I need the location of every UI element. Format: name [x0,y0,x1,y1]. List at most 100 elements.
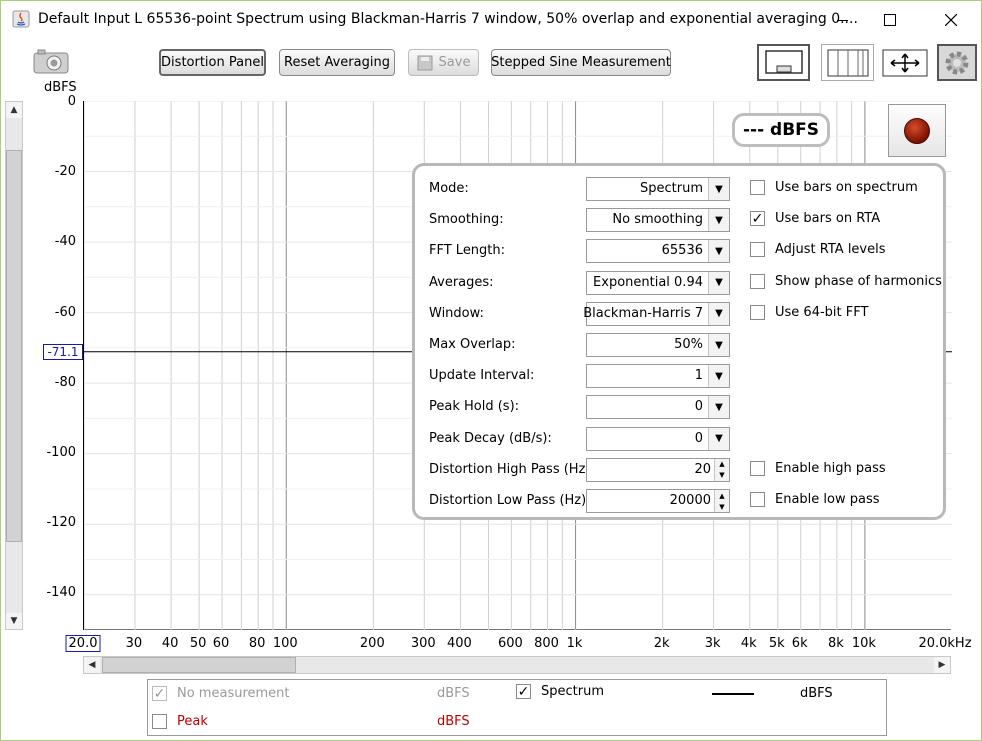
setting-label: Peak Hold (s): [429,399,520,415]
vertical-scrollbar[interactable]: ▲ ▼ [5,101,23,630]
setting-spinner[interactable]: 20 ▲ ▼ [586,457,730,482]
close-button[interactable] [928,1,974,39]
y-tick-label: -140 [46,585,76,601]
x-tick-label: 200 [359,636,385,651]
checkbox-box[interactable] [750,460,765,476]
scroll-right-arrow[interactable]: ▶ [934,657,950,673]
y-tick-label: -40 [54,234,76,250]
setting-value: No smoothing [612,212,703,228]
legend-peak[interactable]: Peak [152,714,208,729]
settings-panel: Mode: Spectrum ▼ Smoothing: No smoothing ▼ FFT… [412,163,946,520]
x-tick-label: 6k [791,636,808,651]
setting-checkbox[interactable]: Show phase of harmonics [750,273,942,289]
setting-dropdown[interactable]: Spectrum ▼ [586,177,730,201]
layout-columns-button[interactable] [821,44,874,81]
y-tick-label: 0 [67,94,76,109]
setting-checkbox[interactable]: Enable low pass [750,492,880,507]
setting-value: Exponential 0.94 [593,274,703,290]
spectrum-label: Spectrum [541,684,604,699]
checkbox-box[interactable] [750,180,765,195]
x-tick-label: 10k [851,636,876,651]
setting-checkbox[interactable]: Adjust RTA levels [750,242,886,258]
cursor-level-box[interactable]: -71.1 [43,344,83,360]
no-measurement-label: No measurement [177,686,290,701]
fit-axes-button[interactable] [878,44,931,81]
setting-dropdown[interactable]: Exponential 0.94 ▼ [586,270,730,295]
chevron-down-icon[interactable]: ▼ [708,209,729,232]
title-bar: Default Input L 65536-point Spectrum usi… [1,1,981,39]
minimize-button[interactable] [819,1,865,39]
chevron-down-icon[interactable]: ▼ [708,271,729,294]
maximize-button[interactable] [867,1,913,39]
x-tick-label: 400 [447,636,472,651]
spectrum-line-swatch [712,693,754,695]
checkbox-label: Enable high pass [775,460,886,476]
distortion-panel-button[interactable]: Distortion Panel [159,49,266,76]
camera-icon [33,49,69,74]
chevron-down-icon[interactable]: ▼ [708,365,729,388]
checkbox-box[interactable] [750,242,765,258]
layout-graph-button[interactable] [757,44,810,81]
setting-dropdown[interactable]: 0 ▼ [586,426,730,451]
setting-dropdown[interactable]: 50% ▼ [586,333,730,357]
scroll-up-arrow[interactable]: ▲ [6,102,22,118]
setting-checkbox[interactable]: ✓ Use bars on RTA [750,211,880,227]
level-readout: --- dBFS [732,113,830,147]
setting-checkbox[interactable]: Use 64-bit FFT [750,304,868,320]
chevron-down-icon[interactable]: ▼ [708,302,729,325]
setting-label: Distortion Low Pass (Hz): [429,493,591,508]
checkbox-box[interactable] [750,304,765,320]
checkbox-box[interactable] [750,492,765,507]
setting-value: 50% [674,337,703,352]
chevron-down-icon[interactable]: ▼ [708,178,729,200]
scroll-left-arrow[interactable]: ◀ [84,657,100,673]
checkbox-label: Enable low pass [775,492,880,507]
checkbox-box[interactable] [750,273,765,289]
save-icon [417,55,433,70]
no-measurement-checkbox[interactable]: ✓ [152,686,167,701]
scroll-down-arrow[interactable]: ▼ [6,613,22,629]
chevron-down-icon[interactable]: ▼ [708,334,729,356]
camera-button[interactable] [32,48,70,74]
chevron-down-icon[interactable]: ▼ [708,427,729,450]
settings-button[interactable] [937,44,977,81]
setting-dropdown[interactable]: No smoothing ▼ [586,208,730,233]
peak-unit: dBFS [437,714,470,729]
setting-spinner[interactable]: 20000 ▲ ▼ [586,489,730,513]
chevron-down-icon[interactable]: ▼ [708,240,729,263]
spectrum-unit: dBFS [800,686,833,701]
setting-dropdown[interactable]: 65536 ▼ [586,239,730,264]
x-tick-label: 20.0 [65,635,101,652]
legend-spectrum[interactable]: ✓ Spectrum [516,684,604,699]
stepped-sine-button[interactable]: Stepped Sine Measurement [491,49,671,76]
vertical-scroll-thumb[interactable] [6,150,22,542]
checkbox-box[interactable]: ✓ [750,211,765,227]
horizontal-scroll-thumb[interactable] [102,657,296,673]
setting-dropdown[interactable]: Blackman-Harris 7 ▼ [583,301,730,326]
x-tick-label: 2k [653,636,670,651]
y-tick-label: -20 [54,164,76,180]
setting-label: Max Overlap: [429,337,516,352]
setting-value: 0 [694,399,703,415]
setting-dropdown[interactable]: 1 ▼ [586,364,730,389]
setting-checkbox[interactable]: Use bars on spectrum [750,180,918,195]
record-icon [904,117,930,144]
x-tick-label: 100 [272,636,298,651]
legend-no-measurement[interactable]: ✓ No measurement [152,686,290,701]
y-tick-label: -60 [54,304,76,320]
horizontal-scrollbar[interactable]: ◀ ▶ [83,656,951,674]
setting-checkbox[interactable]: Enable high pass [750,460,886,476]
setting-dropdown[interactable]: 0 ▼ [586,395,730,420]
x-tick-label: 300 [410,636,436,651]
legend-panel: ✓ No measurement dBFS ✓ Spectrum dBFS Pe… [147,679,887,736]
record-button[interactable] [888,104,946,157]
spinner-arrows-icon[interactable]: ▲ ▼ [714,458,729,481]
chevron-down-icon[interactable]: ▼ [708,396,729,419]
save-button[interactable]: Save [408,49,479,76]
spectrum-checkbox[interactable]: ✓ [516,684,531,699]
peak-checkbox[interactable] [152,714,167,729]
window-title: Default Input L 65536-point Spectrum usi… [38,11,858,27]
setting-value: 65536 [661,243,703,259]
reset-averaging-button[interactable]: Reset Averaging [279,49,395,76]
spinner-arrows-icon[interactable]: ▲ ▼ [714,490,729,512]
